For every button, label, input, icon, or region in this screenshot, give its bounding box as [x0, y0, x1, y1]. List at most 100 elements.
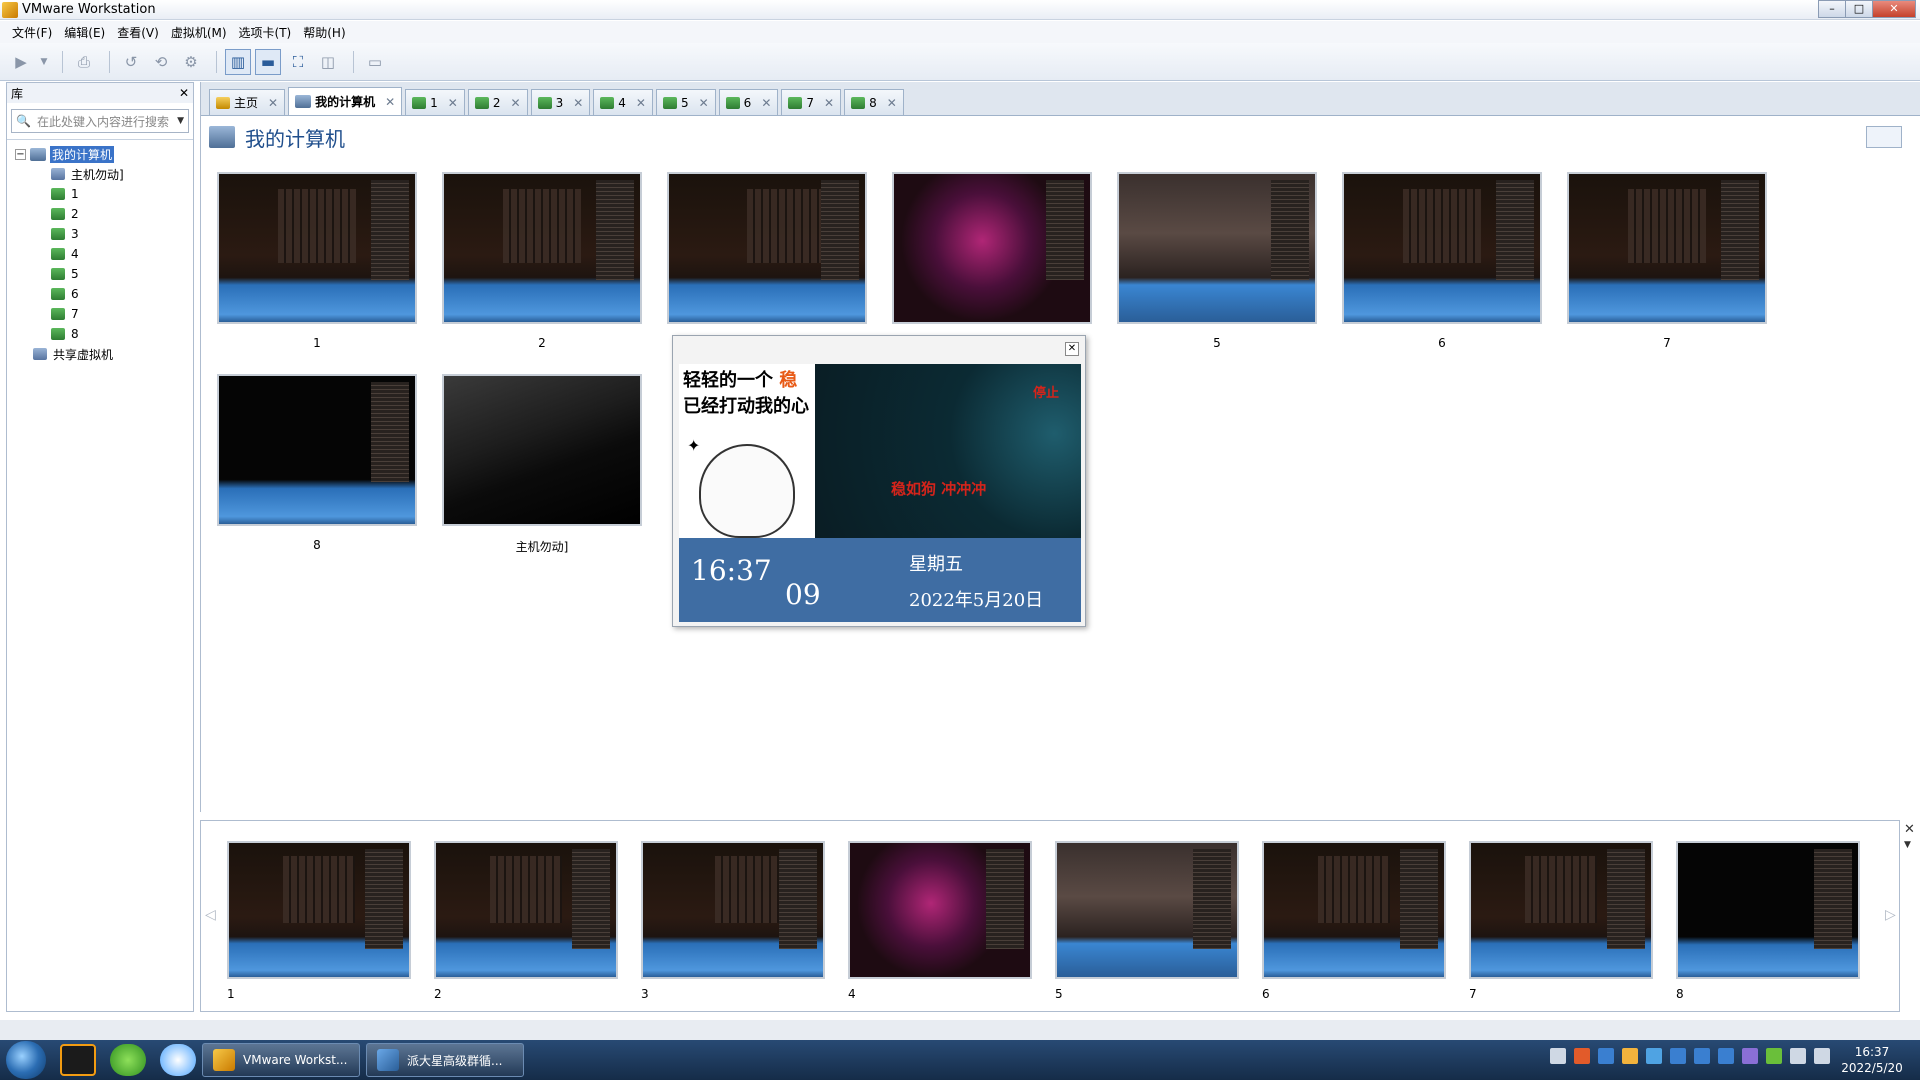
thumbnail-bar-menu-icon[interactable]: ▼ [1904, 840, 1911, 850]
vm-thumbnail-8[interactable] [217, 374, 417, 526]
tray-keyboard-icon[interactable] [1550, 1048, 1566, 1064]
chevron-down-icon[interactable]: ▼ [177, 116, 184, 126]
send-ctrl-alt-del-icon[interactable]: ⎙ [71, 49, 97, 75]
close-window-button[interactable]: ✕ [1872, 0, 1916, 18]
tray-app-icon[interactable] [1742, 1048, 1758, 1064]
strip-thumb-5[interactable] [1055, 841, 1239, 979]
snapshot-manager-icon[interactable]: ⚙ [178, 49, 204, 75]
pinned-browser-icon[interactable] [110, 1044, 146, 1076]
menu-file[interactable]: 文件(F) [6, 24, 58, 41]
volume-icon[interactable] [1790, 1048, 1806, 1064]
menu-tabs[interactable]: 选项卡(T) [233, 24, 298, 41]
minimize-button[interactable]: – [1818, 0, 1846, 18]
vm-thumbnail-6[interactable] [1342, 172, 1542, 324]
scroll-left-icon[interactable]: ◁ [205, 907, 216, 923]
vm-thumbnail-host[interactable] [442, 374, 642, 526]
menu-edit[interactable]: 编辑(E) [58, 24, 111, 41]
strip-thumb-4[interactable] [848, 841, 1032, 979]
close-tab-icon[interactable]: ✕ [636, 96, 646, 110]
close-widget-icon[interactable]: ✕ [1065, 342, 1079, 356]
tray-shield-icon[interactable] [1622, 1048, 1638, 1064]
taskbar-clock[interactable]: 16:37 2022/5/20 [1834, 1044, 1910, 1076]
menu-help[interactable]: 帮助(H) [297, 24, 351, 41]
tray-vm-icon[interactable] [1718, 1048, 1734, 1064]
vm-thumbnail-7[interactable] [1567, 172, 1767, 324]
snapshot-icon[interactable]: ↺ [118, 49, 144, 75]
tab-vm-3[interactable]: 3 ✕ [530, 89, 591, 115]
strip-thumb-2[interactable] [434, 841, 618, 979]
tree-item-vm-5[interactable]: 5 [7, 264, 193, 284]
taskbar-time: 16:37 [1854, 1045, 1890, 1059]
tree-item-vm-6[interactable]: 6 [7, 284, 193, 304]
scroll-right-icon[interactable]: ▷ [1885, 907, 1896, 923]
power-dropdown-icon[interactable]: ▼ [38, 49, 50, 75]
tree-item-my-computer[interactable]: − 我的计算机 [7, 144, 193, 164]
tab-home[interactable]: 主页 ✕ [209, 89, 286, 115]
strip-thumb-7[interactable] [1469, 841, 1653, 979]
show-library-icon[interactable]: ▥ [225, 48, 251, 75]
tree-item-vm-3[interactable]: 3 [7, 224, 193, 244]
tree-item-vm-1[interactable]: 1 [7, 184, 193, 204]
tray-app-icon[interactable] [1574, 1048, 1590, 1064]
tray-nvidia-icon[interactable] [1766, 1048, 1782, 1064]
close-tab-icon[interactable]: ✕ [761, 96, 771, 110]
tree-item-shared-vms[interactable]: 共享虚拟机 [7, 344, 193, 364]
tree-item-vm-7[interactable]: 7 [7, 304, 193, 324]
strip-thumb-8[interactable] [1676, 841, 1860, 979]
vm-thumbnail-4[interactable] [892, 172, 1092, 324]
menu-view[interactable]: 查看(V) [111, 24, 165, 41]
pinned-app-icon[interactable] [160, 1044, 196, 1076]
tray-network-icon[interactable] [1646, 1048, 1662, 1064]
close-tab-icon[interactable]: ✕ [824, 96, 834, 110]
taskbar-chat-button[interactable]: 派大星高级群循... [366, 1043, 524, 1077]
close-tab-icon[interactable]: ✕ [268, 96, 278, 110]
close-library-icon[interactable]: ✕ [179, 86, 189, 100]
vm-thumbnail-5[interactable] [1117, 172, 1317, 324]
strip-thumb-3[interactable] [641, 841, 825, 979]
tree-item-vm-8[interactable]: 8 [7, 324, 193, 344]
tray-vm-icon[interactable] [1670, 1048, 1686, 1064]
thumbnail-bar-icon[interactable]: ▬ [255, 48, 281, 75]
start-button-icon[interactable] [6, 1041, 46, 1079]
library-search-input[interactable]: 🔍 在此处键入内容进行搜索 ▼ [11, 109, 189, 133]
taskbar-vmware-button[interactable]: VMware Workst... [202, 1043, 360, 1077]
tab-vm-6[interactable]: 6 ✕ [718, 89, 779, 115]
tab-vm-4[interactable]: 4 ✕ [593, 89, 653, 115]
maximize-button[interactable]: □ [1845, 0, 1873, 18]
pinned-app-g-icon[interactable] [60, 1044, 96, 1076]
tab-vm-8[interactable]: 8 ✕ [844, 89, 904, 115]
tray-vmware-icon[interactable] [1598, 1048, 1614, 1064]
close-tab-icon[interactable]: ✕ [573, 96, 583, 110]
unity-icon[interactable]: ◫ [315, 49, 341, 75]
vm-thumbnail-2[interactable] [442, 172, 642, 324]
strip-thumb-1[interactable] [227, 841, 411, 979]
tree-item-vm-4[interactable]: 4 [7, 244, 193, 264]
stop-button[interactable]: 停止 [1033, 382, 1059, 401]
tab-vm-7[interactable]: 7 ✕ [781, 89, 842, 115]
action-center-icon[interactable] [1814, 1048, 1830, 1064]
tray-vm-icon[interactable] [1694, 1048, 1710, 1064]
menu-vm[interactable]: 虚拟机(M) [165, 24, 233, 41]
close-tab-icon[interactable]: ✕ [385, 95, 395, 109]
power-on-icon[interactable]: ▶ [8, 49, 34, 75]
strip-thumb-6[interactable] [1262, 841, 1446, 979]
full-screen-icon[interactable]: ⛶ [285, 49, 311, 75]
console-view-icon[interactable]: ▭ [362, 49, 388, 75]
close-tab-icon[interactable]: ✕ [511, 96, 521, 110]
close-tab-icon[interactable]: ✕ [699, 96, 709, 110]
tab-my-computer[interactable]: 我的计算机 ✕ [288, 87, 403, 115]
tab-vm-5[interactable]: 5 ✕ [655, 89, 716, 115]
tab-vm-2[interactable]: 2 ✕ [467, 89, 528, 115]
tree-item-host[interactable]: 主机勿动] [7, 164, 193, 184]
close-tab-icon[interactable]: ✕ [887, 96, 897, 110]
vm-thumbnail-3[interactable] [667, 172, 867, 324]
tree-item-vm-2[interactable]: 2 [7, 204, 193, 224]
close-tab-icon[interactable]: ✕ [448, 96, 458, 110]
vm-screen-preview [1471, 843, 1651, 977]
revert-snapshot-icon[interactable]: ⟲ [148, 49, 174, 75]
collapse-icon[interactable]: − [15, 148, 26, 160]
close-thumbnail-bar-icon[interactable]: ✕ [1904, 822, 1915, 837]
tab-vm-1[interactable]: 1 ✕ [405, 89, 465, 115]
view-mode-button[interactable] [1866, 126, 1902, 148]
vm-thumbnail-1[interactable] [217, 172, 417, 324]
